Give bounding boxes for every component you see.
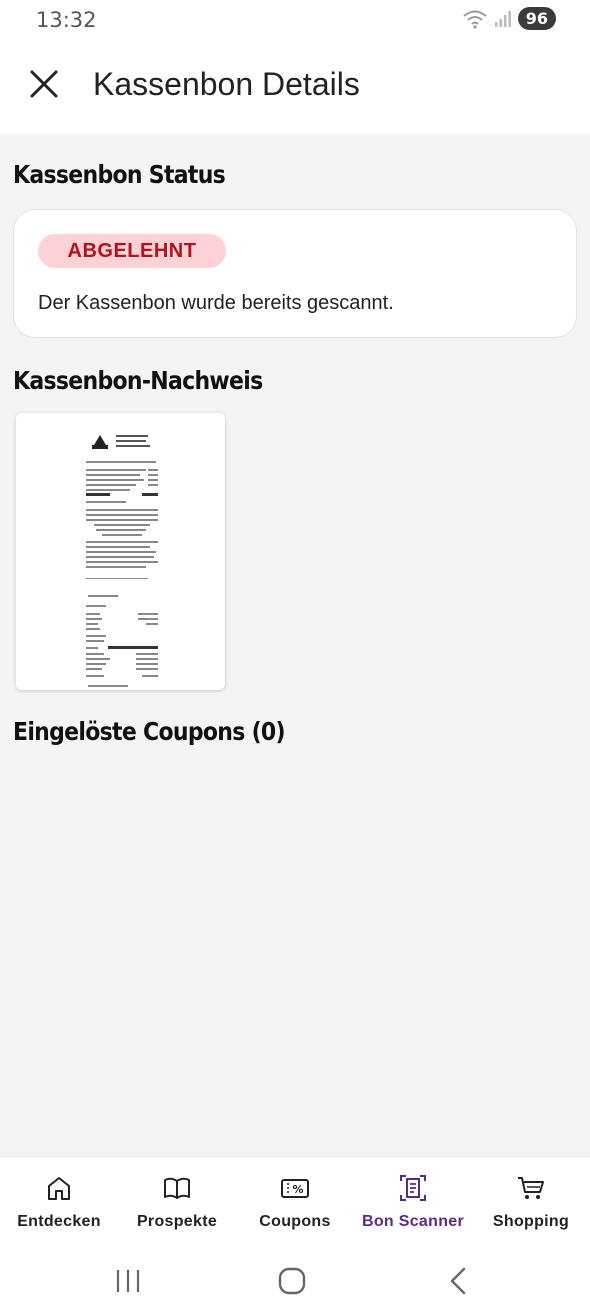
wifi-icon [463,10,487,29]
status-section-title: Kassenbon Status [13,160,226,189]
recent-apps-icon[interactable] [108,1264,148,1298]
battery-badge: 96 [517,7,556,30]
nav-item-bon-scanner[interactable]: Bon Scanner [354,1157,472,1247]
status-card: ABGELEHNT Der Kassenbon wurde bereits ge… [13,209,577,338]
nav-label: Entdecken [17,1213,101,1230]
cart-icon [518,1177,544,1199]
svg-text:%: % [292,1183,303,1196]
coupon-icon: % [281,1179,309,1198]
receipt-image[interactable] [16,413,225,690]
status-badge: ABGELEHNT [38,234,226,268]
system-nav-bar [0,1246,590,1316]
close-icon [30,70,58,98]
signal-icon [494,10,511,27]
nav-label: Bon Scanner [362,1213,464,1230]
status-bar: 13:32 96 [0,0,590,40]
proof-section-title: Kassenbon-Nachweis [13,366,263,395]
home-button-icon[interactable] [272,1264,312,1298]
book-icon [164,1177,190,1199]
nav-item-shopping[interactable]: Shopping [472,1157,590,1247]
coupons-section-title: Eingelöste Coupons (0) [13,717,286,746]
nav-item-coupons[interactable]: % Coupons [236,1157,354,1247]
nav-item-entdecken[interactable]: Entdecken [0,1157,118,1247]
status-icons: 96 [462,7,556,30]
app-bar: Kassenbon Details [0,40,590,134]
nav-label: Coupons [259,1213,331,1230]
nav-label: Prospekte [136,1213,218,1230]
back-icon[interactable] [438,1264,478,1298]
page-title: Kassenbon Details [93,66,360,102]
home-icon [48,1177,70,1200]
bottom-nav: Entdecken Prospekte % Coupons Bon Scanne… [0,1156,590,1246]
status-message: Der Kassenbon wurde bereits gescannt. [38,292,394,314]
receipt-preview [86,435,158,687]
receipt-scanner-icon [400,1175,426,1201]
status-time: 13:32 [36,8,97,32]
nav-label: Shopping [492,1213,570,1230]
close-button[interactable] [22,62,66,106]
nav-item-prospekte[interactable]: Prospekte [118,1157,236,1247]
